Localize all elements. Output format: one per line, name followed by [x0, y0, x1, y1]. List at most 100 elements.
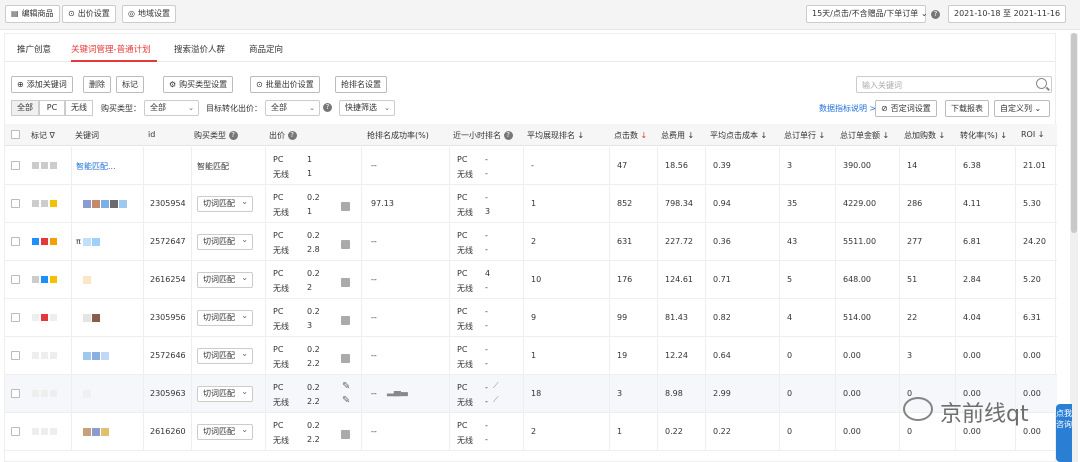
keyword-text[interactable]: 智能匹配...	[76, 161, 116, 172]
col-orders[interactable]: 总订单行 ↓	[784, 130, 825, 141]
help-icon[interactable]: ?	[287, 131, 297, 140]
mark-button[interactable]: 标记	[116, 76, 144, 93]
add-keyword-button[interactable]: ⊕ 添加关键词	[11, 76, 73, 93]
buy-type-select[interactable]: 切词匹配	[197, 309, 253, 326]
bid-chart-icon[interactable]	[341, 430, 350, 439]
mark-tag-icon[interactable]	[32, 200, 39, 207]
buy-type-select[interactable]: 切词匹配	[197, 347, 253, 364]
sort-icon[interactable]: ↓	[761, 131, 768, 140]
buy-type-filter-select[interactable]: 全部 ⌄	[144, 100, 199, 116]
edit-pencil-icon[interactable]: ✎	[342, 395, 350, 406]
buy-type-select[interactable]: 切词匹配	[197, 385, 253, 402]
sort-icon[interactable]: ↓	[688, 131, 695, 140]
mark-tag-icon[interactable]	[41, 276, 48, 283]
select-all-checkbox[interactable]	[11, 130, 20, 139]
wireless-bid-value[interactable]: 2.2	[307, 397, 320, 406]
region-settings-button[interactable]: ◎ 地域设置	[122, 5, 176, 23]
table-row[interactable]: 2305956切词匹配PC无线0.23--PC无线--99981.430.824…	[5, 299, 1057, 337]
pc-bid-value[interactable]: 0.2	[307, 269, 320, 278]
help-icon[interactable]: ?	[931, 10, 940, 19]
table-row[interactable]: π2572647切词匹配PC无线0.22.8--PC无线--2631227.72…	[5, 223, 1057, 261]
col-cvr[interactable]: 转化率(%) ↓	[960, 130, 1007, 141]
sort-icon[interactable]: ↓	[883, 131, 890, 140]
bid-chart-icon[interactable]	[341, 278, 350, 287]
attribution-dropdown[interactable]: 15天/点击/不含赠品/下单订单 ⌄	[806, 5, 928, 23]
mark-tag-icon[interactable]	[41, 428, 48, 435]
table-row[interactable]: 2305954 切词匹配 PC 无线 0.2 1 97.13 PC 无线 - 3 1 852 798.34…	[5, 185, 1057, 223]
mark-tag-icon[interactable]	[50, 314, 57, 321]
bid-chart-icon[interactable]	[341, 240, 350, 249]
bid-chart-icon[interactable]	[341, 202, 350, 211]
col-cpc[interactable]: 平均点击成本 ↓	[710, 130, 767, 141]
pc-bid-value[interactable]: 0.2	[307, 383, 320, 392]
bid-chart-icon[interactable]	[341, 354, 350, 363]
rank-settings-button[interactable]: 抢排名设置	[335, 76, 387, 93]
wireless-bid-value[interactable]: 1	[307, 169, 312, 178]
custom-columns-button[interactable]: 自定义列 ⌄	[994, 100, 1050, 117]
table-row[interactable]: 2616254 切词匹配 PC 无线 0.2 2 -- PC 无线 4 - 10 176 124.61 0.…	[5, 261, 1057, 299]
metric-help-link[interactable]: 数据指标说明 >	[819, 103, 876, 114]
row-checkbox[interactable]	[11, 237, 20, 246]
help-icon[interactable]: ?	[323, 103, 332, 112]
bid-settings-button[interactable]: ⊙ 出价设置	[62, 5, 116, 23]
wireless-bid-value[interactable]: 2	[307, 283, 312, 292]
mark-tag-icon[interactable]	[50, 352, 57, 359]
mark-tag-icon[interactable]	[41, 314, 48, 321]
table-row[interactable]: 智能匹配... 智能匹配 PC 无线 1 1 -- PC 无线 - - -47 18.56 0.39 3 39…	[5, 147, 1057, 185]
row-checkbox[interactable]	[11, 427, 20, 436]
sort-active-icon[interactable]: ↓	[641, 131, 648, 140]
wireless-bid-value[interactable]: 2.2	[307, 359, 320, 368]
mark-tag-icon[interactable]	[32, 276, 39, 283]
consult-float-button[interactable]: 点我咨询	[1056, 404, 1072, 462]
search-icon[interactable]	[1036, 78, 1047, 89]
sort-icon[interactable]: ↓	[1000, 131, 1007, 140]
row-checkbox[interactable]	[11, 275, 20, 284]
col-amount[interactable]: 总订单金额 ↓	[840, 130, 889, 141]
pc-bid-value[interactable]: 0.2	[307, 307, 320, 316]
wireless-bid-value[interactable]: 2.8	[307, 245, 320, 254]
tab-product-targeting[interactable]: 商品定向	[249, 43, 283, 55]
mark-tag-icon[interactable]	[32, 428, 39, 435]
tab-creative[interactable]: 推广创意	[17, 43, 51, 55]
mark-tag-icon[interactable]	[50, 238, 57, 245]
mark-tag-icon[interactable]	[41, 162, 48, 169]
seg-wireless[interactable]: 无线	[65, 100, 93, 116]
row-checkbox[interactable]	[11, 161, 20, 170]
mark-tag-icon[interactable]	[32, 162, 39, 169]
mark-tag-icon[interactable]	[50, 200, 57, 207]
col-avg-rank[interactable]: 平均展现排名 ↓	[527, 130, 584, 141]
bid-chart-icon[interactable]	[341, 316, 350, 325]
trend-icon[interactable]: ⟋	[493, 395, 499, 405]
mark-tag-icon[interactable]	[41, 390, 48, 397]
mark-tag-icon[interactable]	[50, 276, 57, 283]
pc-bid-value[interactable]: 0.2	[307, 231, 320, 240]
col-clicks[interactable]: 点击数 ↓	[614, 130, 647, 141]
download-report-button[interactable]: 下载报表	[945, 100, 989, 117]
wireless-bid-value[interactable]: 2.2	[307, 435, 320, 444]
scrollbar-thumb[interactable]	[1071, 33, 1077, 233]
tab-keyword-management[interactable]: 关键词管理-普通计划	[71, 43, 151, 55]
col-mark[interactable]: 标记 ∇	[31, 130, 55, 141]
help-icon[interactable]: ?	[503, 131, 513, 140]
pc-bid-value[interactable]: 0.2	[307, 421, 320, 430]
bar-chart-icon[interactable]: ▂▄▃	[387, 387, 408, 397]
buy-type-settings-button[interactable]: ⚙ 购买类型设置	[163, 76, 234, 93]
seg-pc[interactable]: PC	[39, 100, 65, 116]
sort-icon[interactable]: ↓	[819, 131, 826, 140]
help-icon[interactable]: ?	[228, 131, 238, 140]
row-checkbox[interactable]	[11, 199, 20, 208]
buy-type-select[interactable]: 切词匹配	[197, 233, 253, 250]
seg-all[interactable]: 全部	[11, 100, 39, 116]
mark-tag-icon[interactable]	[32, 390, 39, 397]
target-bid-filter-select[interactable]: 全部 ⌄	[265, 100, 320, 116]
wireless-bid-value[interactable]: 3	[307, 321, 312, 330]
edit-goods-button[interactable]: ▤ 编辑商品	[5, 5, 60, 23]
date-range-picker[interactable]: 2021-10-18 至 2021-11-16	[948, 5, 1067, 23]
wireless-bid-value[interactable]: 1	[307, 207, 312, 216]
table-row[interactable]: 2572646切词匹配PC无线0.22.2--PC无线--11912.240.6…	[5, 337, 1057, 375]
mark-tag-icon[interactable]	[41, 200, 48, 207]
col-roi[interactable]: ROI ↓	[1021, 130, 1044, 139]
sort-icon[interactable]: ↓	[939, 131, 946, 140]
batch-bid-settings-button[interactable]: ⊙ 批量出价设置	[250, 76, 320, 93]
buy-type-select[interactable]: 切词匹配	[197, 423, 253, 440]
